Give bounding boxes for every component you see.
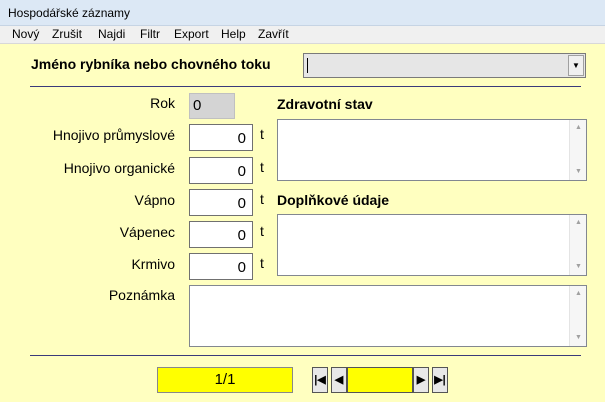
krmivo-label: Krmivo [131,256,175,272]
doplnkove-udaje-textarea[interactable]: ▲ ▼ [277,214,587,276]
title-bar: Hospodářské záznamy [0,0,605,26]
krmivo-unit: t [260,255,264,271]
vertical-scrollbar[interactable]: ▲ ▼ [569,286,586,346]
rok-label: Rok [150,95,175,111]
hnojivo-prumyslove-unit: t [260,126,264,142]
menu-export[interactable]: Export [174,27,209,41]
vapenec-label: Vápenec [119,224,175,240]
poznamka-textarea[interactable]: ▲ ▼ [189,285,587,347]
bottom-divider [30,355,581,356]
hnojivo-prumyslove-field[interactable]: 0 [189,124,253,151]
window-title: Hospodářské záznamy [8,6,131,20]
vapno-unit: t [260,191,264,207]
vapno-label: Vápno [134,192,175,208]
hnojivo-organicke-field[interactable]: 0 [189,157,253,184]
scroll-down-icon[interactable]: ▼ [570,164,587,180]
hnojivo-organicke-label: Hnojivo organické [63,160,175,176]
vapno-field[interactable]: 0 [189,189,253,216]
zdravotni-stav-label: Zdravotní stav [277,96,373,112]
poznamka-label: Poznámka [108,287,175,303]
next-record-icon[interactable]: ▶ [413,367,429,393]
vertical-scrollbar[interactable]: ▲ ▼ [569,215,586,275]
menu-filtr[interactable]: Filtr [140,27,160,41]
hnojivo-prumyslove-label: Hnojivo průmyslové [52,127,175,143]
scroll-up-icon[interactable]: ▲ [570,120,587,136]
text-caret [307,58,308,73]
first-record-icon[interactable]: |◀ [312,367,328,393]
vapenec-unit: t [260,223,264,239]
rok-field: 0 [189,93,235,119]
dropdown-arrow-icon[interactable]: ▼ [568,55,584,76]
menu-novy[interactable]: Nový [12,27,39,41]
top-divider [30,86,581,87]
menu-najdi[interactable]: Najdi [98,27,125,41]
last-record-icon[interactable]: ▶| [432,367,448,393]
hnojivo-organicke-unit: t [260,159,264,175]
menu-help[interactable]: Help [221,27,246,41]
menu-bar: Nový Zrušit Najdi Filtr Export Help Zavř… [0,26,605,44]
krmivo-field[interactable]: 0 [189,253,253,280]
record-counter: 1/1 [157,367,293,393]
scroll-up-icon[interactable]: ▲ [570,215,587,231]
navigation-position-bar [347,367,413,393]
zdravotni-stav-textarea[interactable]: ▲ ▼ [277,119,587,181]
menu-zrusit[interactable]: Zrušit [52,27,82,41]
scroll-down-icon[interactable]: ▼ [570,330,587,346]
menu-zavrit[interactable]: Zavřít [258,27,289,41]
vertical-scrollbar[interactable]: ▲ ▼ [569,120,586,180]
vapenec-field[interactable]: 0 [189,221,253,248]
previous-record-icon[interactable]: ◀ [331,367,347,393]
scroll-down-icon[interactable]: ▼ [570,259,587,275]
pond-label: Jméno rybníka nebo chovného toku [31,56,271,72]
doplnkove-udaje-label: Doplňkové údaje [277,192,390,208]
pond-select[interactable]: ▼ [303,53,586,78]
scroll-up-icon[interactable]: ▲ [570,286,587,302]
